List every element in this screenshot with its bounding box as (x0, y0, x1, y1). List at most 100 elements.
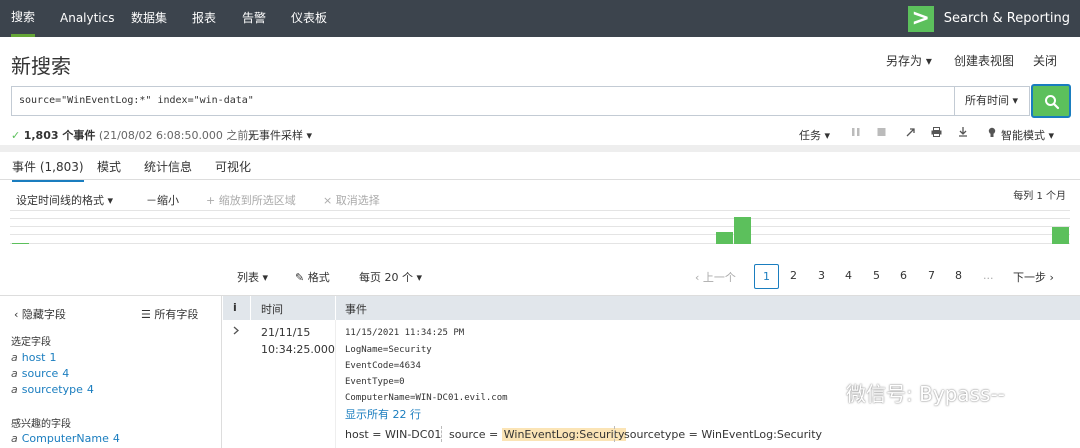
create-table-view-button[interactable]: 创建表视图 (954, 52, 1014, 69)
nav-analytics[interactable]: Analytics (60, 0, 115, 37)
interesting-fields-title: 感兴趣的字段 (11, 419, 71, 430)
pencil-icon: ✎ (295, 271, 305, 284)
app-name: Search & Reporting (943, 11, 1070, 26)
app-brand[interactable]: > Search & Reporting (907, 0, 1070, 37)
print-icon[interactable] (931, 127, 942, 140)
nav-alerts[interactable]: 告警 (242, 0, 266, 37)
field-count: 4 (86, 383, 94, 396)
tab-patterns[interactable]: 模式 (97, 158, 121, 175)
page-button[interactable]: 7 (928, 269, 935, 282)
top-nav: 搜索 Analytics 数据集 报表 告警 仪表板 > Search & Re… (0, 0, 1080, 37)
field-name: ComputerName (21, 432, 109, 445)
format-label: 格式 (307, 271, 330, 284)
smart-mode-menu[interactable]: 智能模式 ▾ (1001, 127, 1054, 143)
app-logo-icon: > (907, 5, 934, 32)
field-sourcetype[interactable]: a sourcetype 4 (11, 383, 94, 396)
stop-icon[interactable] (877, 127, 886, 140)
sampling-menu[interactable]: 无事件采样 ▾ (248, 127, 312, 143)
deselect-button[interactable]: × 取消选择 (323, 192, 380, 208)
timeline-format-menu[interactable]: 设定时间线的格式 ▾ (16, 192, 113, 208)
save-as-menu[interactable]: 另存为 ▾ (886, 52, 932, 69)
export-icon[interactable] (958, 127, 968, 140)
kv-value: WinEventLog:Security (501, 428, 627, 441)
field-source[interactable]: a source 4 (11, 367, 69, 380)
page-button[interactable]: 3 (818, 269, 825, 282)
share-icon[interactable] (906, 127, 916, 140)
wechat-icon (811, 382, 841, 409)
page-button[interactable]: 6 (900, 269, 907, 282)
events-table-header: i 时间 事件 (223, 296, 1080, 320)
kv-value: WIN-DC01 (384, 428, 442, 441)
expand-row-icon[interactable] (233, 326, 239, 338)
field-name: host (21, 351, 46, 364)
time-column-header[interactable]: 时间 (261, 301, 283, 317)
field-type: a (11, 351, 18, 364)
field-sourcetype-value[interactable]: sourcetype = WinEventLog:Security (624, 428, 822, 441)
tab-visualization[interactable]: 可视化 (215, 158, 251, 175)
tab-events[interactable]: 事件 (1,803) (12, 158, 84, 182)
page-button[interactable]: 8 (955, 269, 962, 282)
zoom-out-button[interactable]: －缩小 (146, 192, 179, 208)
all-fields-label: 所有字段 (154, 308, 199, 321)
timeline-bar[interactable] (12, 243, 29, 244)
timeline-gridline (10, 210, 1070, 211)
nav-reports[interactable]: 报表 (192, 0, 216, 37)
kv-separator (441, 426, 442, 442)
page-button[interactable]: 4 (845, 269, 852, 282)
event-raw-line: EventCode=4634 (345, 361, 421, 371)
kv-value: WinEventLog:Security (701, 428, 823, 441)
list-icon: ☰ (141, 308, 151, 321)
field-count: 4 (62, 367, 70, 380)
field-type: a (11, 383, 18, 396)
page-button[interactable]: 2 (790, 269, 797, 282)
kv-separator (614, 426, 615, 442)
timeline-chart[interactable] (10, 210, 1070, 245)
event-column-header: 事件 (345, 303, 367, 316)
format-button[interactable]: ✎ 格式 (295, 269, 330, 285)
search-button[interactable] (1031, 84, 1071, 118)
per-page-menu[interactable]: 每页 20 个 ▾ (359, 269, 422, 285)
field-count: 1 (49, 351, 57, 364)
kv-key: source = (449, 428, 502, 441)
timeline-gridline (10, 226, 1070, 227)
page-button[interactable]: 5 (873, 269, 880, 282)
pause-icon[interactable] (852, 127, 860, 140)
zoom-to-selection-button[interactable]: + 缩放到所选区域 (206, 192, 296, 208)
field-count: 4 (112, 432, 120, 445)
time-range-picker[interactable]: 所有时间 ▾ (955, 86, 1030, 116)
nav-dashboards[interactable]: 仪表板 (291, 0, 327, 37)
search-input[interactable]: source="WinEventLog:*" index="win-data" (11, 86, 955, 116)
nav-datasets[interactable]: 数据集 (131, 0, 167, 37)
event-count: 1,803 个事件 (23, 129, 96, 142)
field-source-value[interactable]: source = WinEventLog:Security (449, 428, 627, 441)
hide-fields-button[interactable]: ‹ 隐藏字段 (14, 306, 66, 322)
page-title: 新搜索 (11, 54, 71, 78)
field-computername[interactable]: a ComputerName 4 (11, 432, 120, 445)
prev-page-button[interactable]: ‹ 上一个 (695, 269, 736, 285)
page-button-current[interactable]: 1 (754, 264, 779, 289)
close-button[interactable]: 关闭 (1033, 52, 1057, 69)
timeline-bar[interactable] (716, 232, 733, 244)
job-status: ✓ 1,803 个事件 (21/08/02 6:08:50.000 之前) (11, 127, 253, 143)
kv-key: host = (345, 428, 385, 441)
tab-statistics[interactable]: 统计信息 (144, 158, 192, 175)
field-host-value[interactable]: host = WIN-DC01 (345, 428, 441, 441)
search-icon (1045, 95, 1060, 110)
event-raw-line: LogName=Security (345, 345, 432, 355)
event-raw-line: 11/15/2021 11:34:25 PM (345, 328, 465, 338)
next-page-button[interactable]: 下一步 › (1013, 269, 1054, 285)
jobs-menu[interactable]: 任务 ▾ (799, 127, 830, 143)
search-query: source="WinEventLog:*" index="win-data" (19, 95, 254, 106)
field-host[interactable]: a host 1 (11, 351, 57, 364)
list-view-menu[interactable]: 列表 ▾ (237, 269, 268, 285)
timeline-bar[interactable] (1052, 227, 1069, 244)
timeline-bar[interactable] (734, 217, 751, 244)
field-type: a (11, 432, 18, 445)
nav-search[interactable]: 搜索 (11, 0, 36, 37)
all-fields-button[interactable]: ☰ 所有字段 (141, 306, 198, 322)
check-icon: ✓ (11, 129, 21, 142)
show-all-lines-link[interactable]: 显示所有 22 行 (345, 406, 421, 422)
field-name: sourcetype (21, 383, 83, 396)
event-date: 21/11/15 (261, 326, 311, 339)
divider-band (0, 145, 1080, 152)
